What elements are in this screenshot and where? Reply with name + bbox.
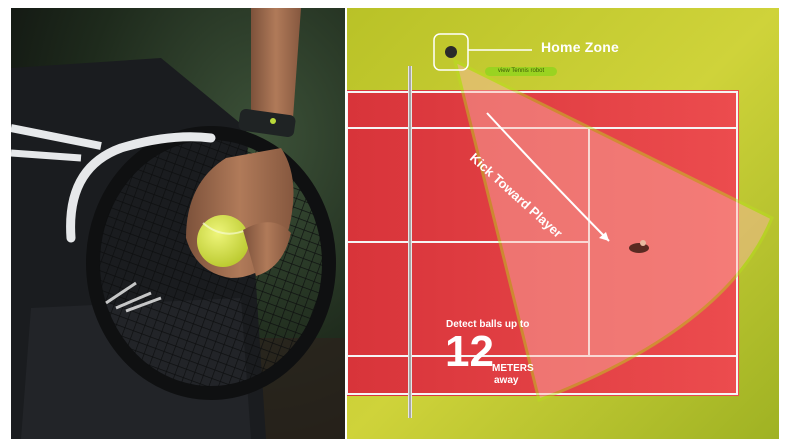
range-unit: METERS [492, 363, 534, 374]
robot-icon [445, 46, 457, 58]
court-diagram: Home Zone view Tennis robot Kick Toward … [347, 8, 779, 439]
range-suffix: away [494, 375, 519, 386]
range-value: 12 [445, 327, 494, 376]
tennis-ball [197, 215, 249, 267]
wristband-accent [270, 118, 276, 124]
arm [251, 8, 301, 123]
home-zone-label: Home Zone [541, 39, 620, 55]
court-illustration [347, 8, 779, 439]
robot-tag: view Tennis robot [485, 67, 557, 76]
photo-illustration [11, 8, 345, 439]
tennis-player-photo [11, 8, 345, 439]
